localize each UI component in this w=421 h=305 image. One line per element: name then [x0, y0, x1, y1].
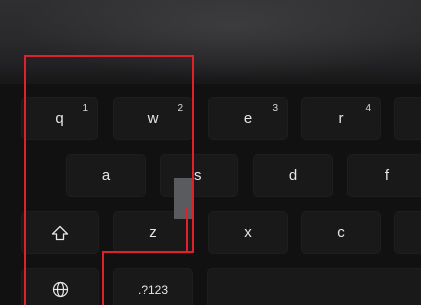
shift-arrow-icon — [51, 225, 69, 241]
space-bar[interactable] — [207, 268, 421, 305]
key-s[interactable]: s — [160, 154, 238, 197]
key-label: e — [243, 110, 253, 127]
key-label: a — [101, 167, 111, 184]
key-label: r — [338, 110, 344, 127]
key-q[interactable]: q 1 — [21, 97, 98, 140]
keyboard-screen: q 1 w 2 e 3 r 4 a s d f z x c .?123 — [0, 0, 421, 305]
key-partial-edge[interactable] — [394, 97, 421, 140]
key-x[interactable]: x — [208, 211, 288, 254]
symbols-key[interactable]: .?123 — [113, 268, 193, 305]
key-partial-edge[interactable] — [394, 211, 421, 254]
key-f[interactable]: f — [347, 154, 421, 197]
key-z[interactable]: z — [113, 211, 193, 254]
key-hint-number: 4 — [365, 103, 371, 114]
key-label: q — [55, 110, 64, 127]
key-label: s — [194, 167, 202, 184]
key-d[interactable]: d — [253, 154, 333, 197]
key-c[interactable]: c — [301, 211, 381, 254]
symbols-key-label: .?123 — [137, 282, 169, 297]
globe-icon — [52, 281, 69, 298]
shift-key[interactable] — [21, 211, 99, 254]
key-a[interactable]: a — [66, 154, 146, 197]
key-hint-number: 3 — [272, 103, 278, 114]
key-r[interactable]: r 4 — [301, 97, 381, 140]
key-w[interactable]: w 2 — [113, 97, 193, 140]
app-content-glow — [0, 0, 421, 84]
key-label: z — [149, 224, 157, 241]
key-hint-number: 2 — [177, 103, 183, 114]
key-e[interactable]: e 3 — [208, 97, 288, 140]
key-label: x — [244, 224, 252, 241]
key-label: d — [288, 167, 298, 184]
key-hint-number: 1 — [82, 103, 88, 114]
key-label: f — [384, 167, 390, 184]
on-screen-keyboard: q 1 w 2 e 3 r 4 a s d f z x c .?123 — [0, 84, 421, 305]
key-label: c — [337, 224, 345, 241]
key-label: w — [147, 110, 159, 127]
language-key[interactable] — [21, 268, 99, 305]
